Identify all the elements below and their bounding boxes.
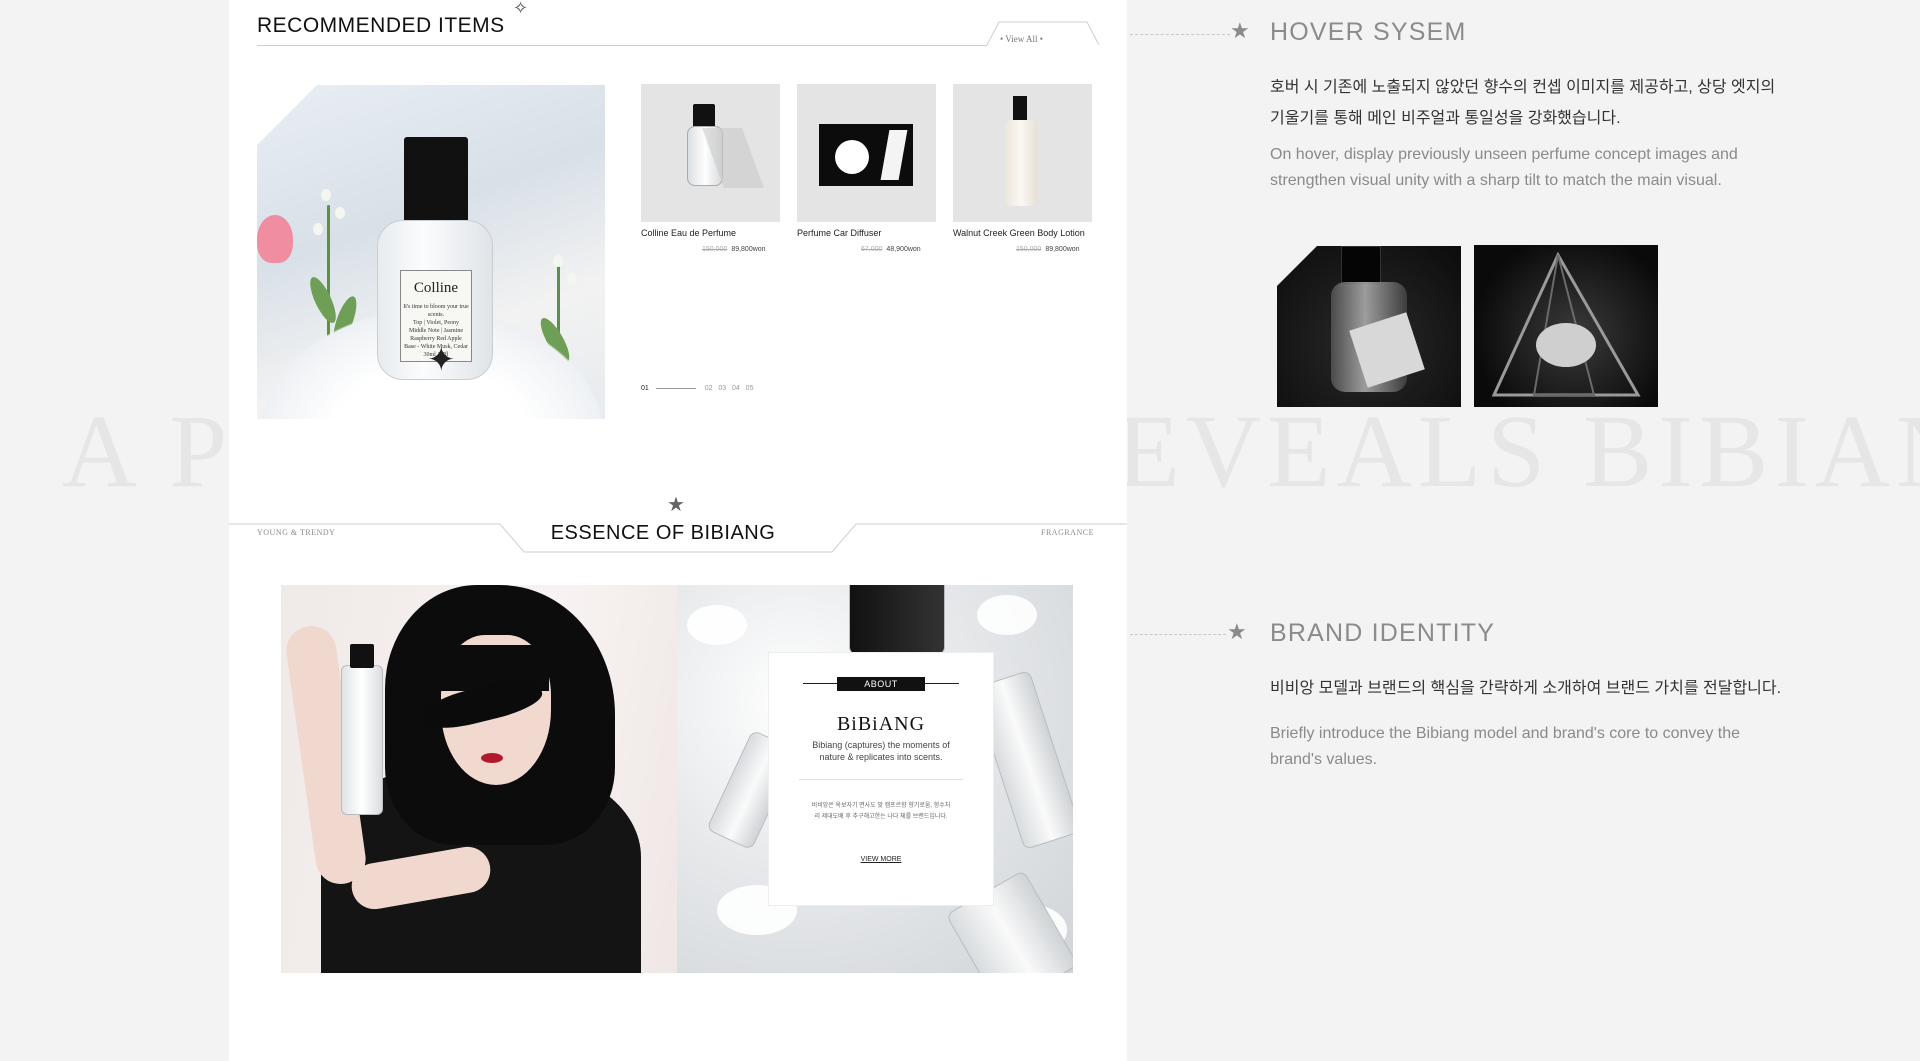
- hover-system-desc-english: On hover, display previously unseen perf…: [1270, 146, 1738, 189]
- sparkle-icon: ✧: [513, 0, 529, 18]
- featured-product-image[interactable]: Colline It's time to bloom your true sce…: [257, 85, 605, 419]
- brand-description-korean: 비비앙은 옥보자기 면사도 맞 캠프르향 향기로움, 향수처리 제대도배 후 추…: [811, 803, 951, 820]
- product-thumb-colline[interactable]: [641, 84, 780, 222]
- about-card: ABOUT BiBiANG Bibiang (captures) the mom…: [769, 653, 993, 905]
- tulip-decoration: [257, 215, 293, 263]
- view-more-link[interactable]: VIEW MORE: [769, 856, 993, 863]
- essence-title: ESSENCE OF BIBIANG: [550, 522, 776, 544]
- product-price: 150,000 89,800won: [702, 246, 766, 253]
- model-perfume-bottle: [341, 644, 383, 815]
- about-tag: ABOUT: [837, 677, 925, 691]
- recommended-title: RECOMMENDED ITEMS: [257, 14, 505, 37]
- young-trendy-label: YOUNG & TRENDY: [257, 528, 336, 537]
- sale-price: 89,800won: [1045, 246, 1080, 253]
- page-number[interactable]: 04: [732, 385, 740, 392]
- bottle-label-name: Colline: [413, 280, 459, 296]
- star-icon: ★: [1227, 619, 1247, 644]
- page-progress-bar: [655, 387, 696, 389]
- bottle-cap: [404, 137, 468, 223]
- page-number[interactable]: 05: [746, 385, 754, 392]
- view-all-link[interactable]: • View All •: [1000, 34, 1043, 44]
- header-divider: [257, 45, 987, 46]
- brand-identity-desc-korean: 비비앙 모델과 브랜드의 핵심을 간략하게 소개하여 브랜드 가치를 전달합니다…: [1270, 680, 1782, 697]
- brand-identity-desc-english: Briefly introduce the Bibiang model and …: [1270, 725, 1740, 768]
- pyramid-sculpture: [1491, 251, 1641, 397]
- star-icon: ★: [667, 494, 685, 516]
- pagination: 01 02 03 04 05: [641, 385, 753, 392]
- sale-price: 48,900won: [886, 246, 921, 253]
- about-brand-image: ABOUT BiBiANG Bibiang (captures) the mom…: [677, 585, 1073, 973]
- brand-name: BiBiANG: [836, 713, 926, 735]
- product-name[interactable]: Walnut Creek Green Body Lotion: [953, 228, 1085, 238]
- connector-line: [1130, 634, 1226, 635]
- page-number[interactable]: 02: [705, 385, 713, 392]
- hover-preview-bottle: [1277, 246, 1461, 407]
- page-current[interactable]: 01: [641, 385, 649, 392]
- product-thumb-diffuser[interactable]: [797, 84, 936, 222]
- connector-line: [1130, 34, 1230, 35]
- old-price: 150,000: [702, 246, 728, 253]
- product-thumb-body-lotion[interactable]: [953, 84, 1092, 222]
- star-icon: ★: [1230, 18, 1250, 43]
- hover-preview-concept: [1474, 245, 1658, 407]
- page-number[interactable]: 03: [718, 385, 726, 392]
- fragrance-label: FRAGRANCE: [1041, 528, 1094, 537]
- brand-description: Bibiang (captures) the moments of nature…: [812, 740, 950, 762]
- product-price: 67,000 48,900won: [861, 246, 921, 253]
- sale-price: 89,800won: [731, 246, 766, 253]
- model-photo: [281, 585, 677, 973]
- page: A PERFUME THAT REVEALS BIBIANG'S CHARM R…: [0, 0, 1920, 1061]
- brand-identity-title: BRAND IDENTITY: [1270, 619, 1496, 647]
- star-pendant-icon: ✦: [427, 341, 456, 379]
- old-price: 67,000: [861, 246, 883, 253]
- website-preview-panel: RECOMMENDED ITEMS ✧ • View All • Colline: [229, 0, 1127, 1061]
- product-name[interactable]: Colline Eau de Perfume: [641, 228, 736, 238]
- old-price: 150,000: [1016, 246, 1042, 253]
- hover-system-desc-korean: 호버 시 기존에 노출되지 않았던 향수의 컨셉 이미지를 제공하고, 상당 엣…: [1270, 79, 1776, 127]
- product-name[interactable]: Perfume Car Diffuser: [797, 228, 881, 238]
- hover-system-title: HOVER SYSEM: [1270, 18, 1467, 46]
- product-price: 150,000 89,800won: [1016, 246, 1080, 253]
